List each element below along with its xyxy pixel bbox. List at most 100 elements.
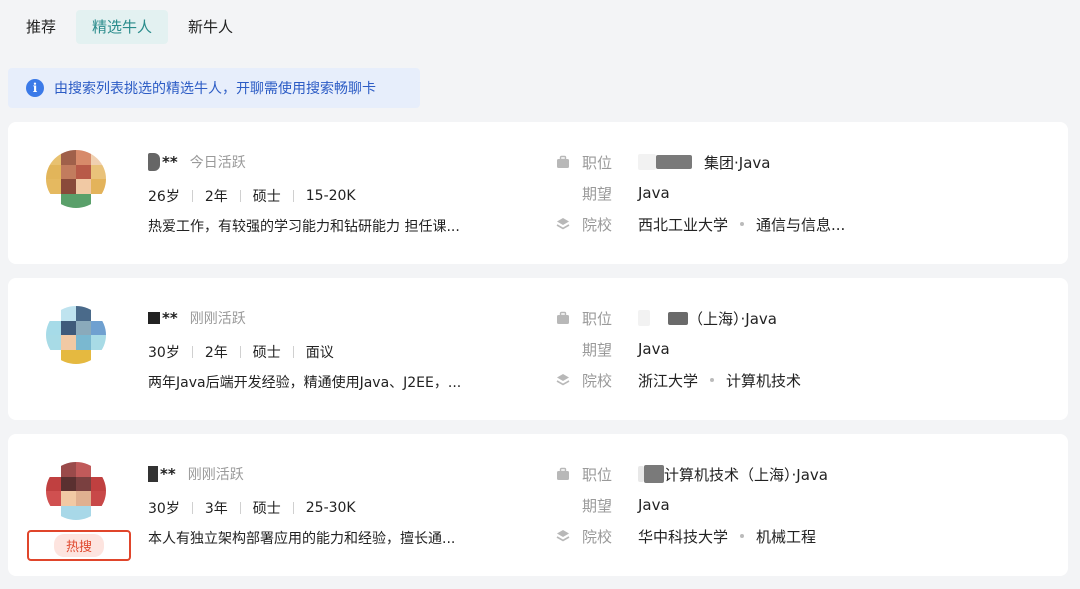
name-mask: [148, 153, 160, 171]
divider: [191, 190, 193, 202]
tab-bar: 推荐 精选牛人 新牛人: [10, 10, 249, 44]
age: 30岁: [148, 501, 180, 517]
candidate-desc: 两年Java后端开发经验，精通使用Java、J2EE，...: [148, 375, 462, 391]
major-name: 机械工程: [756, 527, 817, 546]
separator-dot: [710, 378, 715, 382]
blurred-company: [638, 154, 656, 170]
candidate-name[interactable]: **: [162, 153, 178, 171]
position-text: （上海）·Java: [688, 309, 777, 328]
degree: 硕士: [252, 345, 281, 361]
meta-row: 30岁 3年 硕士 25-30K: [148, 498, 356, 518]
name-row: ** 今日活跃: [148, 152, 246, 172]
blurred-company: [656, 155, 692, 169]
position-label: 职位: [582, 309, 613, 328]
job-info: 职位 计算机技术（上海）·Java 期望 Java 院校 华中科技大学 机械工程: [556, 464, 828, 557]
position-text: 计算机技术（上海）·Java: [664, 465, 828, 484]
degree: 硕士: [252, 189, 281, 205]
school-value: 浙江大学 计算机技术: [638, 370, 801, 391]
info-notice: i 由搜索列表挑选的精选牛人，开聊需使用搜索畅聊卡: [8, 68, 420, 108]
blank-icon: [556, 342, 570, 356]
candidate-desc: 热爱工作，有较强的学习能力和钻研能力 担任课...: [148, 219, 460, 235]
school-label: 院校: [582, 215, 613, 234]
briefcase-icon: [557, 467, 569, 480]
salary: 15-20K: [305, 188, 356, 204]
briefcase-icon: [557, 155, 569, 168]
expect-label: 期望: [582, 340, 613, 359]
position-value: 计算机技术（上海）·Java: [638, 464, 828, 485]
age: 30岁: [148, 345, 180, 361]
school-name: 西北工业大学: [638, 215, 729, 234]
divider: [292, 190, 294, 202]
degree: 硕士: [252, 501, 281, 517]
school-label: 院校: [582, 527, 613, 546]
expect-value: Java: [638, 184, 670, 202]
major-name: 计算机技术: [726, 371, 802, 390]
meta-row: 30岁 2年 硕士 面议: [148, 342, 334, 362]
avatar: [46, 462, 106, 520]
divider: [239, 502, 241, 514]
school-name: 浙江大学: [638, 371, 699, 390]
candidate-desc: 本人有独立架构部署应用的能力和经验，擅长通...: [148, 531, 456, 547]
school-value: 华中科技大学 机械工程: [638, 526, 816, 547]
active-status: 今日活跃: [189, 155, 246, 171]
meta-row: 26岁 2年 硕士 15-20K: [148, 186, 356, 206]
candidate-name[interactable]: **: [162, 309, 178, 327]
divider: [239, 346, 241, 358]
candidate-card[interactable]: ** 今日活跃 26岁 2年 硕士 15-20K 热爱工作，有较强的学习能力和钻…: [8, 122, 1068, 264]
info-icon: i: [26, 79, 44, 97]
separator-dot: [740, 534, 745, 538]
divider: [292, 346, 294, 358]
divider: [191, 502, 193, 514]
work-years: 2年: [204, 189, 228, 205]
major-name: 通信与信息...: [756, 215, 846, 234]
name-mask: [148, 466, 158, 482]
briefcase-icon: [557, 311, 569, 324]
work-years: 3年: [204, 501, 228, 517]
divider: [239, 190, 241, 202]
blurred-company: [644, 465, 664, 483]
work-years: 2年: [204, 345, 228, 361]
tab-featured[interactable]: 精选牛人: [76, 10, 169, 44]
school-icon: [556, 218, 570, 230]
position-label: 职位: [582, 153, 613, 172]
tab-new[interactable]: 新牛人: [172, 10, 249, 44]
divider: [191, 346, 193, 358]
school-icon: [556, 530, 570, 542]
avatar: [46, 306, 106, 364]
job-info: 职位 集团·Java 期望 Java 院校 西北工业大学 通信与信息...: [556, 152, 845, 245]
age: 26岁: [148, 189, 180, 205]
position-value: （上海）·Java: [638, 308, 777, 329]
blank-icon: [556, 186, 570, 200]
tab-recommend[interactable]: 推荐: [10, 10, 72, 44]
expect-value: Java: [638, 496, 670, 514]
position-value: 集团·Java: [638, 152, 770, 173]
expect-label: 期望: [582, 496, 613, 515]
name-row: ** 刚刚活跃: [148, 308, 246, 328]
active-status: 刚刚活跃: [187, 467, 244, 483]
job-info: 职位 （上海）·Java 期望 Java 院校 浙江大学 计算机技术: [556, 308, 801, 401]
expect-label: 期望: [582, 184, 613, 203]
name-mask: [148, 312, 160, 324]
hot-badge-outline: 热搜: [27, 530, 131, 561]
expect-value: Java: [638, 340, 670, 358]
blurred-company: [668, 311, 688, 325]
active-status: 刚刚活跃: [189, 311, 246, 327]
school-icon: [556, 374, 570, 386]
candidate-name[interactable]: **: [160, 465, 176, 483]
school-label: 院校: [582, 371, 613, 390]
notice-text: 由搜索列表挑选的精选牛人，开聊需使用搜索畅聊卡: [54, 81, 376, 97]
candidate-card[interactable]: 热搜 ** 刚刚活跃 30岁 3年 硕士 25-30K 本人有独立架构部署应用的…: [8, 434, 1068, 576]
divider: [292, 502, 294, 514]
avatar: [46, 150, 106, 208]
candidate-card[interactable]: ** 刚刚活跃 30岁 2年 硕士 面议 两年Java后端开发经验，精通使用Ja…: [8, 278, 1068, 420]
school-name: 华中科技大学: [638, 527, 729, 546]
position-text: 集团·Java: [704, 153, 771, 172]
salary: 25-30K: [305, 500, 356, 516]
blurred-company: [638, 310, 650, 326]
separator-dot: [740, 222, 745, 226]
name-row: ** 刚刚活跃: [148, 464, 244, 484]
salary: 面议: [305, 345, 334, 361]
blank-icon: [556, 498, 570, 512]
position-label: 职位: [582, 465, 613, 484]
school-value: 西北工业大学 通信与信息...: [638, 214, 845, 235]
